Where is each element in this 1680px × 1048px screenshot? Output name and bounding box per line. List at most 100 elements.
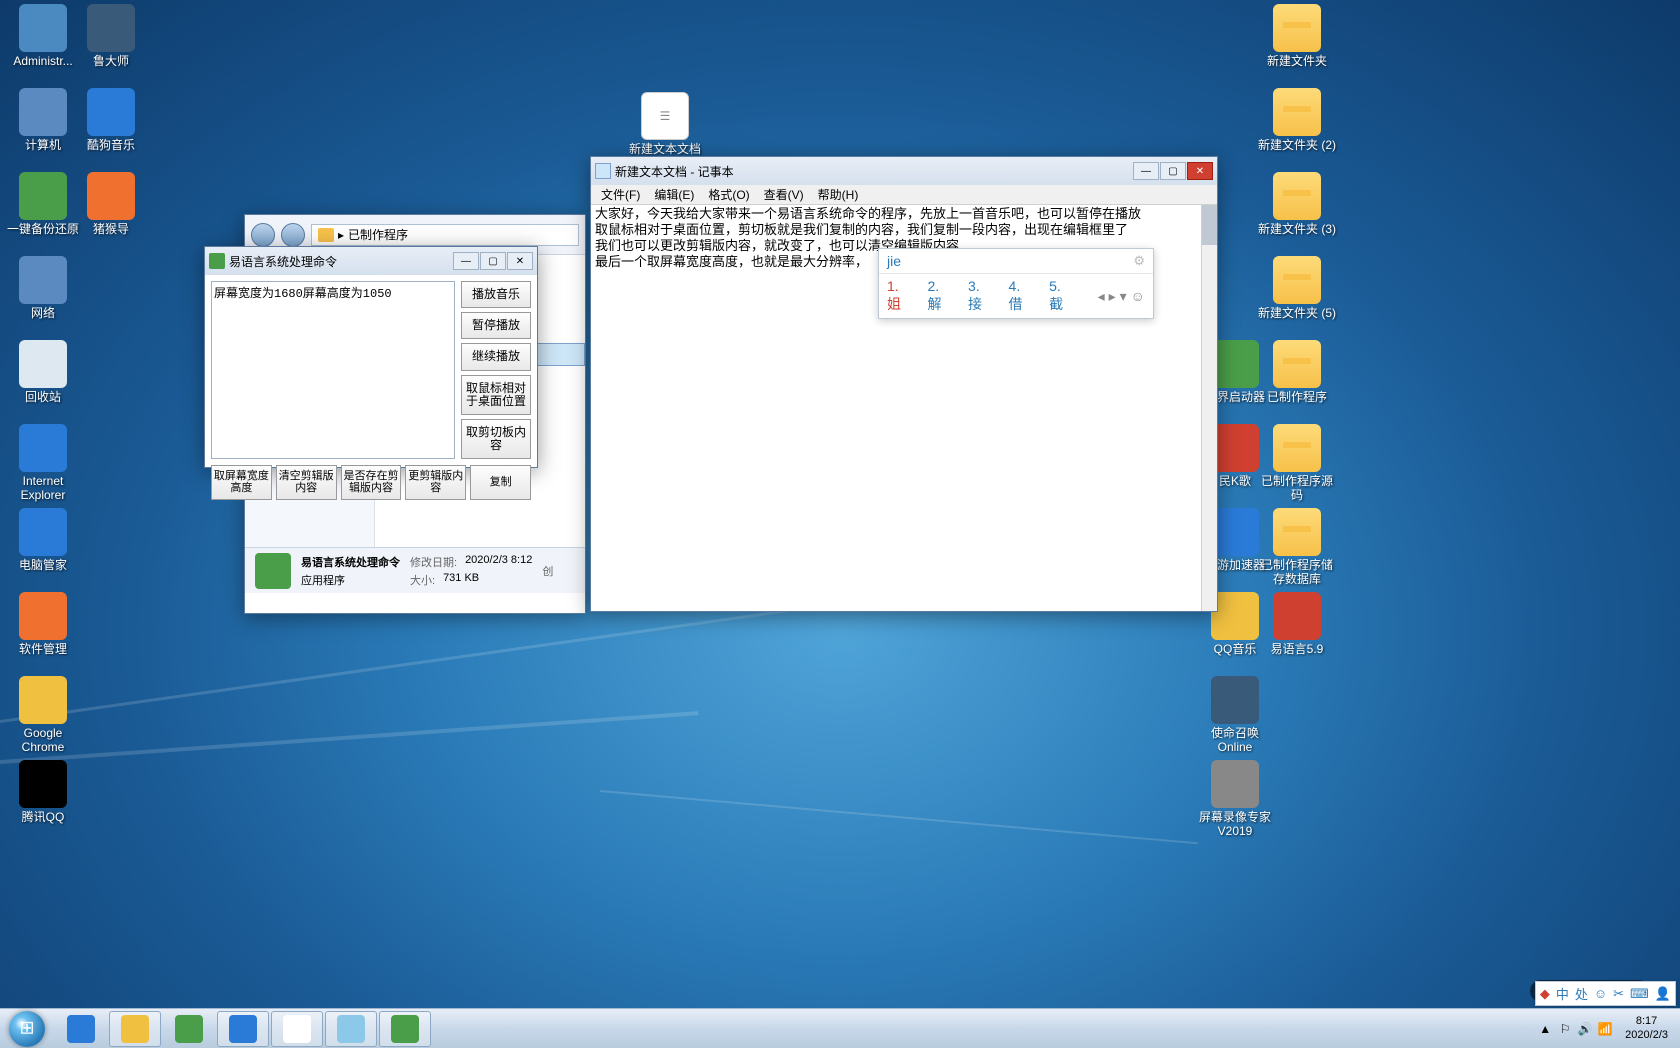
app-icon	[283, 1015, 311, 1043]
app-icon	[209, 253, 225, 269]
maximize-button[interactable]: ▢	[480, 252, 506, 270]
tray-icon[interactable]: 🔊	[1577, 1021, 1593, 1037]
taskbar-item[interactable]	[325, 1011, 377, 1047]
elang-titlebar[interactable]: 易语言系统处理命令 — ▢ ✕	[205, 247, 537, 275]
address-field[interactable]: ▸ 已制作程序	[311, 224, 579, 246]
taskbar: ▲⚐🔊📶 8:17 2020/2/3	[0, 1008, 1680, 1048]
ime-tool-button[interactable]: ⌨	[1630, 986, 1649, 1002]
taskbar-item[interactable]	[217, 1011, 269, 1047]
tray-icon[interactable]: ⚐	[1557, 1021, 1573, 1037]
ime-tool-button[interactable]: 👤	[1655, 986, 1671, 1002]
desktop-icon[interactable]: 屏幕录像专家 V2019	[1196, 760, 1274, 839]
minimize-button[interactable]: —	[1133, 162, 1159, 180]
ime-tool-button[interactable]: ☺	[1594, 986, 1607, 1001]
taskbar-item[interactable]	[109, 1011, 161, 1047]
close-button[interactable]: ✕	[1187, 162, 1213, 180]
ime-candidate[interactable]: 2. 解	[928, 278, 955, 314]
desktop-icon[interactable]: Internet Explorer	[4, 424, 82, 503]
desktop-icon[interactable]: 新建文件夹 (2)	[1258, 88, 1336, 152]
desktop-icon[interactable]: 计算机	[4, 88, 82, 152]
desktop-icon[interactable]: 猪猴导	[72, 172, 150, 236]
ime-candidate[interactable]: 4. 借	[1009, 278, 1036, 314]
elang-button[interactable]: 继续播放	[461, 343, 531, 370]
app-icon	[1211, 760, 1259, 808]
ime-tool-button[interactable]: 处	[1575, 984, 1588, 1003]
taskbar-clock[interactable]: 8:17 2020/2/3	[1619, 1015, 1674, 1041]
notepad-titlebar[interactable]: 新建文本文档 - 记事本 — ▢ ✕	[591, 157, 1217, 185]
elang-button[interactable]: 播放音乐	[461, 281, 531, 308]
desktop-icon[interactable]: 软件管理	[4, 592, 82, 656]
gear-icon[interactable]: ⚙	[1133, 253, 1145, 269]
desktop-icon[interactable]: 新建文件夹 (5)	[1258, 256, 1336, 320]
scrollbar-vertical[interactable]	[1201, 205, 1217, 611]
ime-expand-icon[interactable]: ▾	[1120, 288, 1127, 305]
maximize-button[interactable]: ▢	[1160, 162, 1186, 180]
menu-item[interactable]: 查看(V)	[758, 184, 810, 205]
folder-icon	[1273, 508, 1321, 556]
taskbar-item[interactable]	[163, 1011, 215, 1047]
elang-button[interactable]: 复制	[470, 465, 531, 499]
app-icon	[19, 424, 67, 472]
start-button[interactable]	[0, 1009, 54, 1048]
desktop-icon[interactable]: Google Chrome	[4, 676, 82, 755]
folder-icon	[1273, 340, 1321, 388]
app-icon	[87, 4, 135, 52]
notepad-window: 新建文本文档 - 记事本 — ▢ ✕ 文件(F)编辑(E)格式(O)查看(V)帮…	[590, 156, 1218, 612]
taskbar-item[interactable]	[55, 1011, 107, 1047]
app-icon	[87, 172, 135, 220]
elang-button[interactable]: 取鼠标相对于桌面位置	[461, 375, 531, 415]
ime-toolbar[interactable]: ◆中处☺✂⌨👤	[1535, 981, 1676, 1006]
desktop-icon[interactable]: 电脑管家	[4, 508, 82, 572]
folder-icon	[1273, 4, 1321, 52]
emoji-icon[interactable]: ☺	[1131, 288, 1145, 304]
elang-button[interactable]: 是否存在剪辑版内容	[341, 465, 402, 499]
ime-tool-button[interactable]: ✂	[1613, 986, 1624, 1002]
menu-item[interactable]: 文件(F)	[595, 184, 646, 205]
minimize-button[interactable]: —	[453, 252, 479, 270]
close-button[interactable]: ✕	[507, 252, 533, 270]
desktop-icon[interactable]: 一键备份还原	[4, 172, 82, 236]
app-icon	[19, 676, 67, 724]
elang-button[interactable]: 更剪辑版内容	[405, 465, 466, 499]
nav-back-button[interactable]	[251, 223, 275, 247]
scrollbar-thumb[interactable]	[1202, 205, 1217, 245]
elang-button[interactable]: 取屏幕宽度高度	[211, 465, 272, 499]
ime-next-icon[interactable]: ▸	[1109, 288, 1116, 305]
taskbar-item[interactable]	[271, 1011, 323, 1047]
elang-button[interactable]: 取剪切板内容	[461, 419, 531, 459]
ime-prev-icon[interactable]: ◂	[1098, 288, 1105, 305]
menu-item[interactable]: 格式(O)	[702, 184, 755, 205]
folder-icon	[318, 228, 334, 242]
elang-button[interactable]: 清空剪辑版内容	[276, 465, 337, 499]
taskbar-item[interactable]	[379, 1011, 431, 1047]
desktop-icon[interactable]: 新建文件夹 (3)	[1258, 172, 1336, 236]
ime-candidate[interactable]: 1. 姐	[887, 278, 914, 314]
menu-item[interactable]: 帮助(H)	[812, 184, 865, 205]
app-icon	[19, 4, 67, 52]
desktop-icon[interactable]: 回收站	[4, 340, 82, 404]
app-icon	[19, 172, 67, 220]
elang-output[interactable]: 屏幕宽度为1680屏幕高度为1050	[211, 281, 455, 459]
ime-candidate[interactable]: 5. 截	[1049, 278, 1076, 314]
app-icon	[1211, 676, 1259, 724]
app-icon	[87, 88, 135, 136]
menu-item[interactable]: 编辑(E)	[648, 184, 700, 205]
ime-candidate[interactable]: 3. 接	[968, 278, 995, 314]
tray-icon[interactable]: 📶	[1597, 1021, 1613, 1037]
tray-icon[interactable]: ▲	[1537, 1021, 1553, 1037]
desktop-icon[interactable]: 网络	[4, 256, 82, 320]
desktop-icon[interactable]: 酷狗音乐	[72, 88, 150, 152]
elang-window: 易语言系统处理命令 — ▢ ✕ 屏幕宽度为1680屏幕高度为1050 播放音乐暂…	[204, 246, 538, 468]
app-icon	[19, 340, 67, 388]
desktop-icon[interactable]: 腾讯QQ	[4, 760, 82, 824]
app-icon	[1211, 340, 1259, 388]
ime-tool-button[interactable]: 中	[1556, 984, 1569, 1003]
elang-button[interactable]: 暂停播放	[461, 312, 531, 339]
desktop-icon[interactable]: 鲁大师	[72, 4, 150, 68]
desktop-icon[interactable]: Administr...	[4, 4, 82, 68]
nav-fwd-button[interactable]	[281, 223, 305, 247]
desktop-icon-textdoc[interactable]: ☰ 新建文本文档	[626, 92, 704, 156]
desktop-icon[interactable]: 使命召唤 Online	[1196, 676, 1274, 755]
desktop-icon[interactable]: 新建文件夹	[1258, 4, 1336, 68]
explorer-detailspane: 易语言系统处理命令 应用程序 修改日期:2020/2/3 8:12 大小:731…	[245, 547, 585, 593]
